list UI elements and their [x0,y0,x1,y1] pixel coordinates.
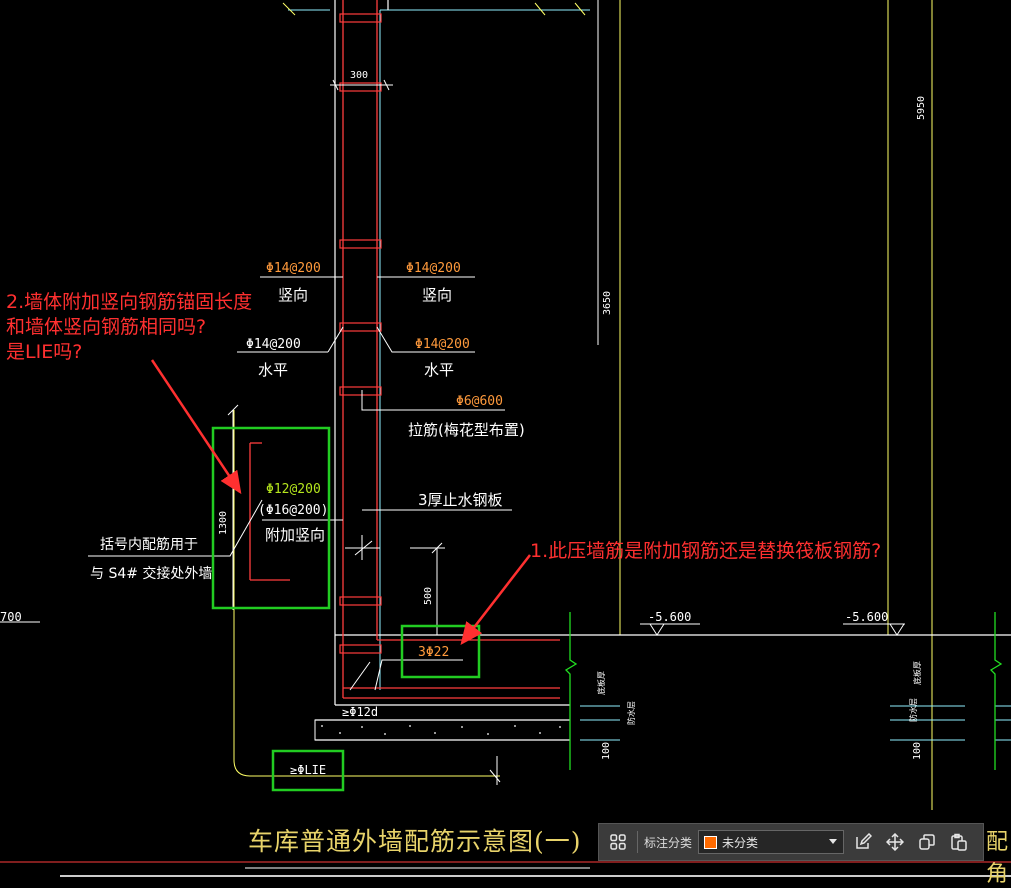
vert-left-text: 竖向 [278,286,308,304]
additional-text: 附加竖向 [265,526,325,544]
grid-view-button[interactable] [605,829,631,855]
bracket-note-1: 括号内配筋用于 [100,536,198,553]
color-swatch [704,835,718,849]
bracket-note-2: 与 S4# 交接处外墙 [90,565,212,582]
move-button[interactable] [882,829,908,855]
category-select-value: 未分类 [722,835,759,850]
vert-left-code: Φ14@200 [266,261,321,276]
title-lines [0,861,1011,877]
dim-500-text: 500 [423,587,434,605]
raft-slab [314,612,1011,770]
copy-icon [919,834,935,850]
stirrup-marks [339,13,382,654]
additional-code-2: (Φ16@200) [258,503,328,518]
horiz-right-text: 水平 [424,361,454,379]
annotation-toolbar: 标注分类 未分类 [598,823,984,861]
edit-button[interactable] [850,829,876,855]
paste-icon [951,833,967,851]
grid-lines [233,0,933,810]
tie-text: 拉筋(梅花型布置) [408,421,525,439]
vert-right-text: 竖向 [422,286,452,304]
move-icon [886,833,905,851]
category-label: 标注分类 [644,835,693,850]
water-label-b: 防水层 [908,698,918,722]
tie-code: Φ6@600 [456,394,503,409]
elevation-marks [0,621,905,636]
dim-1300-text: 1300 [218,511,229,535]
dim-3650-text: 3650 [602,291,613,315]
grid-icon [610,834,626,850]
wall-outline [315,0,1011,741]
dim-300-text: 300 [350,70,368,81]
toolbar-separator [637,831,638,853]
edit-icon [856,833,873,849]
elevation-1: -5.600 [648,610,691,624]
drawing-title: 车库普通外墙配筋示意图(一) [248,827,582,856]
highlight-boxes [211,426,481,792]
anchor-lie: ≥ΦLIE [290,763,326,777]
dim-100-a: 100 [601,742,612,760]
horiz-right-code: Φ14@200 [415,337,470,352]
vert-right-code: Φ14@200 [406,261,461,276]
elevation-2: -5.600 [845,610,888,624]
additional-code-1: Φ12@200 [266,482,321,497]
dim-100-b: 100 [912,742,923,760]
chevron-down-icon [829,839,838,844]
note-2-line-1: 2.墙体附加竖向钢筋锚固长度 [6,291,253,313]
note-2: 2.墙体附加竖向钢筋锚固长度 和墙体竖向钢筋相同吗? 是LIE吗? [6,290,252,365]
dim-700-text: 700 [0,610,22,624]
raft-label-a: 底板厚 [596,671,606,695]
press-bar-code: 3Φ22 [418,645,449,660]
copy-button[interactable] [914,829,940,855]
raft-label-b: 底板厚 [912,661,922,685]
category-select[interactable]: 未分类 [698,830,845,854]
drawing-title-cut: 配角 [986,830,1009,887]
horiz-left-text: 水平 [258,361,288,379]
note-1: 1.此压墙筋是附加钢筋还是替换筏板钢筋? [530,540,882,562]
note-2-line-2: 和墙体竖向钢筋相同吗? [6,316,207,338]
anchor-12d: ≥Φ12d [342,705,378,719]
cad-drawing: 300 5950 3650 1300 500 Φ14@200 竖向 Φ14@20… [0,0,1011,877]
waterstop-text: 3厚止水钢板 [418,491,503,509]
horiz-left-code: Φ14@200 [246,337,301,352]
note-2-line-3: 是LIE吗? [6,341,83,363]
box-additional-rebar [211,426,331,610]
dim-5950-text: 5950 [916,96,927,120]
paste-button[interactable] [946,829,972,855]
water-label-a: 防水层 [626,701,636,725]
